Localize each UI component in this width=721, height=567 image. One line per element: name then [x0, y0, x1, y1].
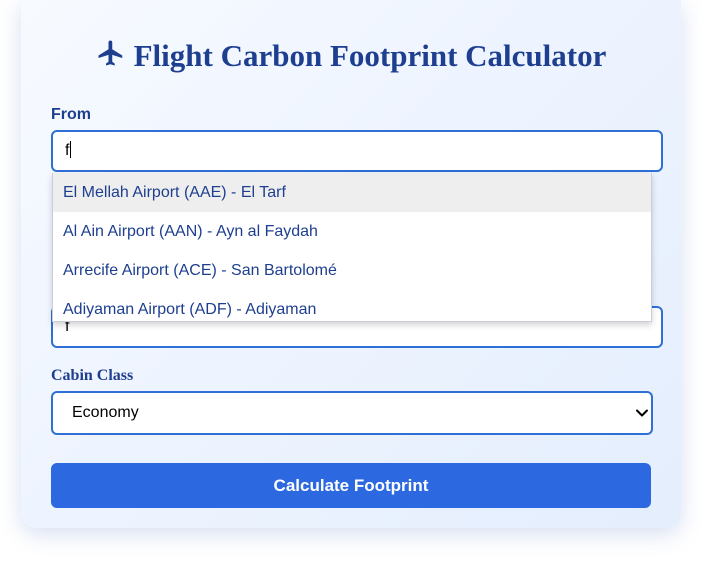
from-suggestions-list: El Mellah Airport (AAE) - El Tarf Al Ain… — [52, 173, 652, 322]
cabin-class-value: Economy — [72, 404, 139, 421]
suggestion-item[interactable]: Al Ain Airport (AAN) - Ayn al Faydah — [53, 212, 651, 251]
text-caret — [70, 141, 72, 158]
from-label: From — [51, 106, 91, 123]
suggestion-item[interactable]: Arrecife Airport (ACE) - San Bartolomé — [53, 251, 651, 290]
chevron-down-icon — [636, 409, 648, 417]
cabin-class-label: Cabin Class — [51, 367, 134, 384]
from-input-value: f — [65, 142, 70, 159]
calculate-footprint-button[interactable]: Calculate Footprint — [51, 463, 651, 508]
page-title: Flight Carbon Footprint Calculator — [21, 38, 681, 74]
suggestion-item[interactable]: Adiyaman Airport (ADF) - Adiyaman — [53, 290, 651, 321]
page-title-text: Flight Carbon Footprint Calculator — [133, 38, 607, 73]
suggestion-item[interactable]: El Mellah Airport (AAE) - El Tarf — [53, 173, 651, 212]
from-input[interactable]: f — [51, 130, 663, 172]
calculator-card: Flight Carbon Footprint Calculator From … — [21, 0, 681, 528]
airplane-icon — [98, 40, 122, 66]
cabin-class-select[interactable]: Economy — [51, 391, 653, 435]
